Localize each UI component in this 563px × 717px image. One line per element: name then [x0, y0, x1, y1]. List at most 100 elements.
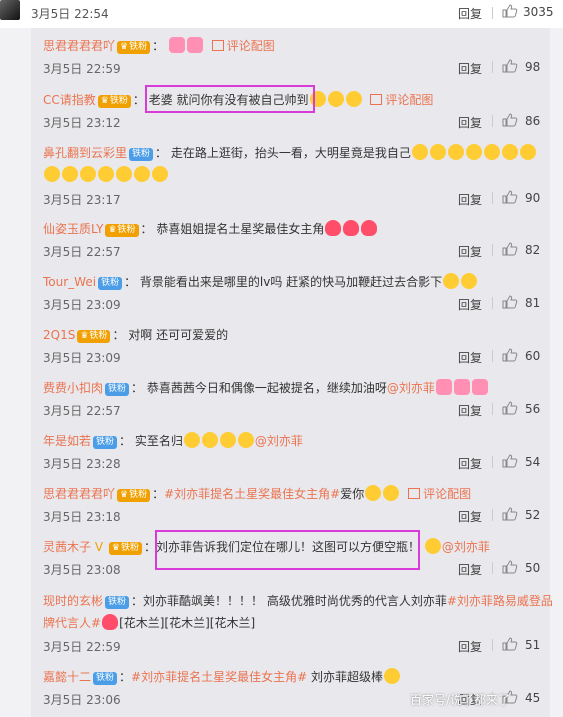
username[interactable]: 鼻孔翻到云彩里 — [43, 146, 127, 160]
verified-icon: V — [91, 540, 107, 554]
comment-image-link[interactable]: 评论配图 — [408, 487, 471, 501]
emoji-icon — [471, 379, 488, 395]
emoji-icon — [98, 166, 114, 182]
username[interactable]: 嘉懿十二 — [43, 670, 91, 684]
avatar[interactable] — [0, 0, 20, 20]
fan-badge: 铁粉 — [117, 41, 151, 54]
emoji-icon — [501, 144, 518, 160]
emoji-icon — [465, 144, 482, 160]
username[interactable]: 仙姿玉质LY — [43, 222, 103, 236]
emoji-icon — [384, 668, 400, 684]
thumbs-up-icon[interactable] — [502, 113, 518, 127]
username[interactable]: 思君君君君吖 — [43, 39, 115, 53]
comment-image-link[interactable]: 评论配图 — [211, 39, 275, 53]
emoji-icon — [80, 166, 96, 182]
reply-button[interactable]: 回复 — [458, 561, 482, 578]
reply-button[interactable]: 回复 — [458, 349, 482, 366]
reply-button[interactable]: 回复 — [458, 114, 482, 131]
thumbs-up-icon[interactable] — [502, 348, 518, 362]
emoji-icon — [447, 144, 464, 160]
emoji-icon — [186, 37, 203, 53]
reply-button[interactable]: 回复 — [458, 638, 482, 655]
username[interactable]: 年是如若 — [43, 434, 91, 448]
comment-text: 爱你 — [340, 487, 365, 501]
thumbs-up-icon[interactable] — [502, 295, 518, 309]
heart-icon — [102, 614, 119, 630]
reply-button[interactable]: 回复 — [458, 60, 482, 77]
thumbs-up-icon[interactable] — [502, 59, 518, 73]
emoji-icon — [483, 144, 500, 160]
thumbs-up-icon[interactable] — [502, 560, 518, 574]
emoji-icon — [519, 144, 536, 160]
like-count: 98 — [525, 60, 541, 74]
emoji-icon — [453, 379, 470, 395]
emoji-icon — [62, 166, 78, 182]
like-count: 82 — [525, 243, 541, 257]
timestamp: 3月5日 23:12 — [43, 116, 121, 130]
heart-icon — [361, 220, 378, 236]
username[interactable]: CC请指教 — [43, 93, 96, 107]
mention-link[interactable]: @刘亦菲 — [442, 540, 490, 554]
like-count: 86 — [525, 114, 541, 128]
like-count: 60 — [525, 349, 541, 363]
timestamp: 3月5日 23:09 — [43, 351, 121, 365]
thumbs-up-icon[interactable] — [502, 507, 518, 521]
timestamp: 3月5日 23:17 — [43, 193, 121, 207]
emoji-icon — [44, 166, 60, 182]
username[interactable]: 灵茜木子 — [43, 540, 91, 554]
reply-button[interactable]: 回复 — [458, 508, 482, 525]
username[interactable]: 现时的玄彬 — [43, 594, 103, 608]
username[interactable]: Tour_Wei — [43, 275, 96, 289]
thumbs-up-icon[interactable] — [502, 454, 518, 468]
timestamp: 3月5日 22:59 — [43, 62, 121, 76]
reply-button[interactable]: 回复 — [458, 5, 482, 22]
timestamp: 3月5日 22:57 — [43, 404, 121, 418]
like-count: 56 — [525, 402, 541, 416]
thumbs-up-icon[interactable] — [502, 190, 518, 204]
comment-item: 现时的玄彬 铁粉 ：刘亦菲酷飒美！！！！ 高级优雅时尚优秀的代言人刘亦菲#刘亦菲路易… — [43, 594, 553, 630]
emoji-icon — [201, 432, 218, 448]
divider — [492, 61, 493, 73]
reply-button[interactable]: 回复 — [458, 191, 482, 208]
reply-button[interactable]: 回复 — [458, 455, 482, 472]
comment-meta: 3月5日 22:59 回复 98 — [43, 58, 548, 78]
username[interactable]: 2Q1S — [43, 328, 75, 342]
thumbs-up-icon[interactable] — [502, 4, 518, 18]
hashtag-link[interactable]: #刘亦菲提名土星奖最佳女主角# — [131, 670, 307, 684]
thumbs-up-icon[interactable] — [502, 637, 518, 651]
emoji-icon — [365, 485, 382, 501]
comment-text: 对啊 还可可爱爱的 — [128, 328, 229, 342]
fan-badge: 铁粉 — [98, 277, 123, 290]
comment-meta: 3月5日 23:17 回复 90 — [43, 189, 548, 209]
mention-link[interactable]: @刘亦菲 — [255, 434, 303, 448]
emoji-icon — [134, 166, 150, 182]
fan-badge: 铁粉 — [93, 672, 118, 685]
divider — [492, 350, 493, 362]
timestamp: 3月5日 22:57 — [43, 245, 121, 259]
reply-button[interactable]: 回复 — [458, 402, 482, 419]
comment-meta: 3月5日 23:12 回复 86 — [43, 112, 548, 132]
reply-button[interactable]: 回复 — [458, 243, 482, 260]
comment-text: 恭喜姐姐提名土星奖最佳女主角 — [156, 222, 325, 236]
fan-badge: 铁粉 — [97, 95, 131, 108]
comment-item: 嘉懿十二 铁粉 ：#刘亦菲提名土星奖最佳女主角# 刘亦菲超级棒 — [43, 666, 553, 688]
fan-badge: 铁粉 — [77, 330, 111, 343]
emoji-icon — [435, 379, 452, 395]
thumbs-up-icon[interactable] — [502, 401, 518, 415]
comment-item: 仙姿玉质LY铁粉： 恭喜姐姐提名土星奖最佳女主角 — [43, 218, 553, 240]
watermark: 百家号/说了都来了 — [410, 693, 511, 707]
comment-meta: 3月5日 23:08 回复 50 — [43, 559, 548, 579]
thumbs-up-icon[interactable] — [502, 242, 518, 256]
reply-button[interactable]: 回复 — [458, 296, 482, 313]
emoji-icon — [152, 166, 168, 182]
fan-badge: 铁粉 — [105, 383, 130, 396]
divider — [492, 244, 493, 256]
username[interactable]: 费费小扣肉 — [43, 381, 103, 395]
username[interactable]: 思君君君君吖 — [43, 487, 115, 501]
mention-link[interactable]: @刘亦菲 — [387, 381, 435, 395]
heart-icon — [343, 220, 360, 236]
hashtag-link[interactable]: #刘亦菲提名土星奖最佳女主角# — [164, 487, 340, 501]
divider — [492, 192, 493, 204]
comment-image-link[interactable]: 评论配图 — [370, 93, 433, 107]
timestamp: 3月5日 23:06 — [43, 693, 121, 707]
